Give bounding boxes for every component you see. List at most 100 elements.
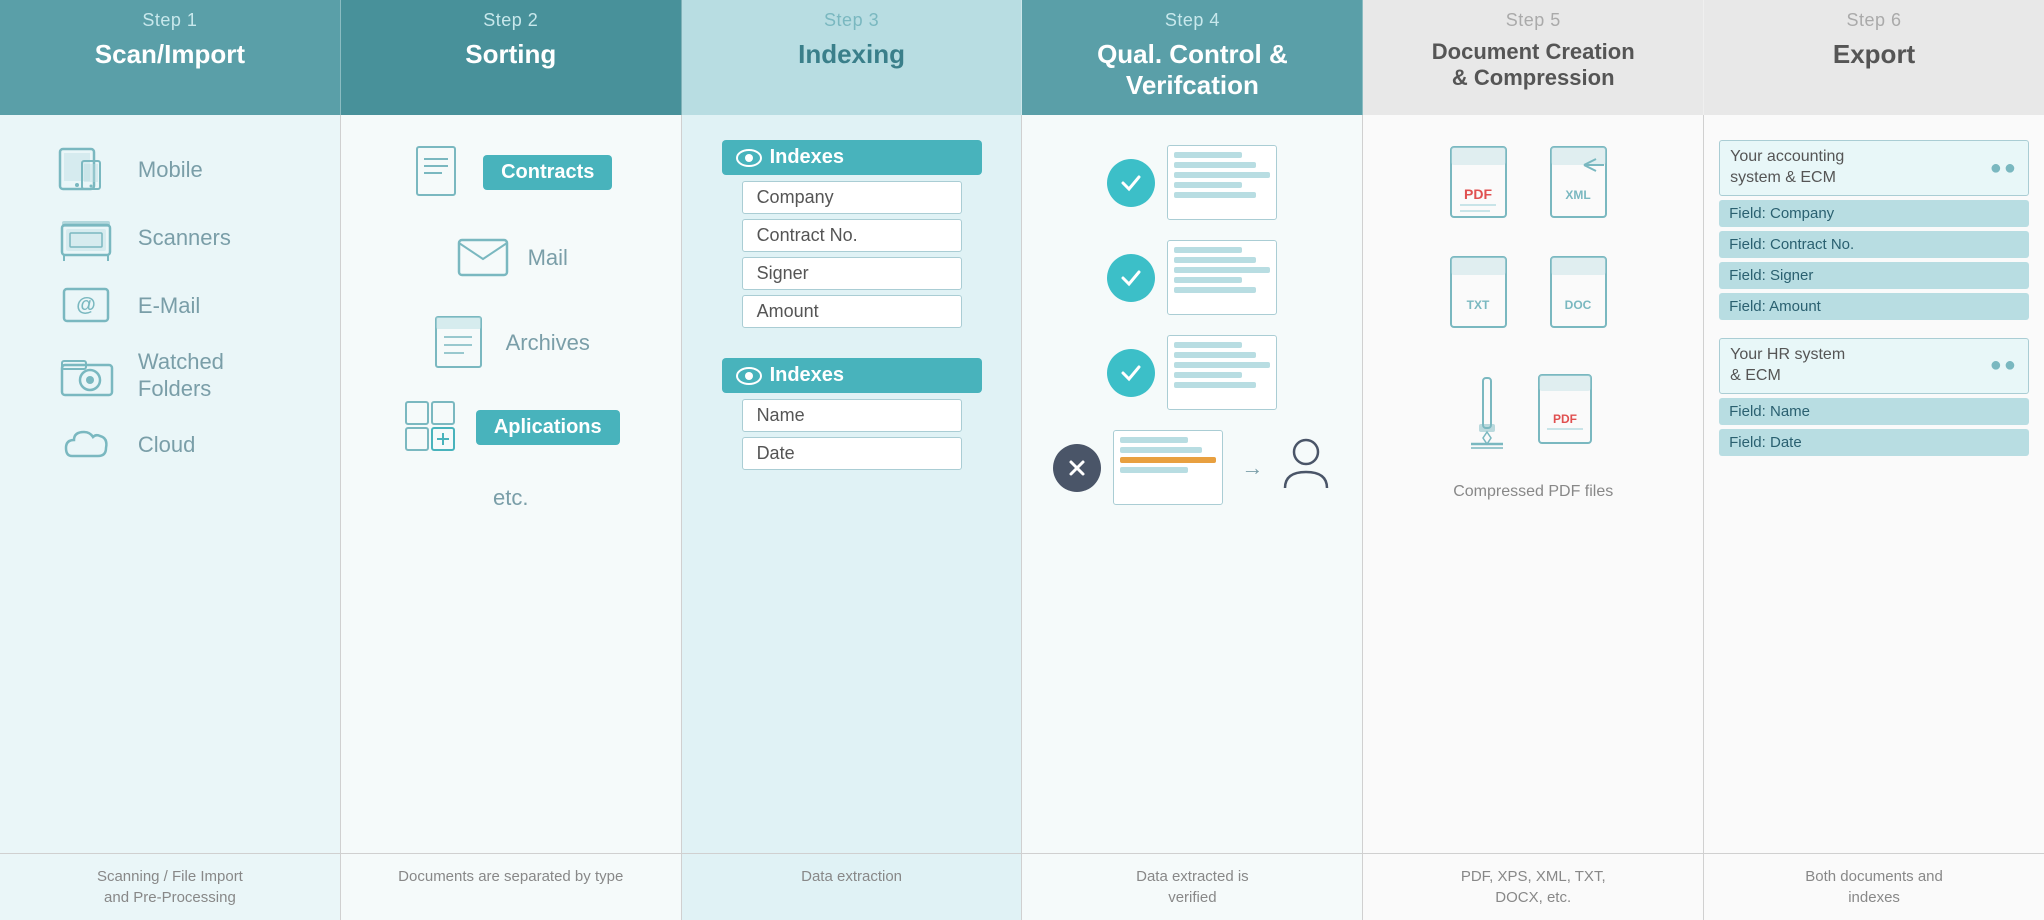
- index-header-1: Indexes: [722, 140, 982, 175]
- body-col-3: Indexes Company Contract No. Signer Amou…: [682, 115, 1023, 853]
- step-2-title: Sorting: [341, 35, 681, 84]
- svg-text:PDF: PDF: [1464, 186, 1492, 202]
- xml-icon: XML: [1543, 145, 1623, 235]
- diagram: Step 1 Scan/Import Step 2 Sorting Step 3…: [0, 0, 2044, 920]
- index-header-2-label: Indexes: [770, 364, 844, 387]
- footer-col-6: Both documents and indexes: [1704, 854, 2044, 920]
- export-group-hr: Your HR system& ECM ●● Field: Name Field…: [1719, 338, 2029, 456]
- step-col-1: Step 1 Scan/Import: [0, 0, 341, 115]
- index-field-company: Company: [742, 181, 962, 214]
- footer-col-4: Data extracted is verified: [1022, 854, 1363, 920]
- mail-icon: [454, 230, 514, 285]
- step-1-title: Scan/Import: [0, 35, 340, 84]
- sort-item-etc: etc.: [493, 485, 528, 511]
- index-fields-1: Company Contract No. Signer Amount: [697, 181, 1007, 328]
- arrow-right: →: [1241, 455, 1263, 481]
- sorting-items: Contracts Mail: [356, 135, 666, 511]
- compress-group: PDF: [1461, 373, 1605, 463]
- doc-line: [1174, 382, 1256, 388]
- import-item-watched: WatchedFolders: [60, 349, 280, 402]
- qc-item-1: [1107, 145, 1277, 220]
- steps-body: Mobile Scanners: [0, 115, 2044, 853]
- svg-text:DOC: DOC: [1564, 298, 1591, 312]
- contracts-icon: [409, 145, 469, 200]
- step-4-number: Step 4: [1022, 0, 1362, 35]
- body-col-6: Your accountingsystem & ECM ●● Field: Co…: [1704, 115, 2044, 853]
- index-field-signer: Signer: [742, 257, 962, 290]
- doc-line: [1174, 267, 1270, 273]
- index-field-date: Date: [742, 437, 962, 470]
- sort-item-archives: Archives: [432, 315, 590, 370]
- step-2-number: Step 2: [341, 0, 681, 35]
- hr-system: Your HR system& ECM ●●: [1719, 338, 2029, 394]
- doc-preview-2: [1167, 240, 1277, 315]
- import-items: Mobile Scanners: [15, 135, 325, 470]
- index-header-1-label: Indexes: [770, 146, 844, 169]
- check-icon-2: [1107, 254, 1155, 302]
- email-icon: @: [60, 281, 120, 331]
- footer-col-3: Data extraction: [682, 854, 1023, 920]
- txt-icon: TXT: [1443, 255, 1523, 345]
- step-6-title: Export: [1704, 35, 2044, 84]
- step-6-number: Step 6: [1704, 0, 2044, 35]
- archives-label: Archives: [506, 330, 590, 356]
- footer-6-text: Both documents and indexes: [1805, 868, 1943, 906]
- watched-folders-label: WatchedFolders: [138, 349, 224, 402]
- step-col-2: Step 2 Sorting: [341, 0, 682, 115]
- mail-label: Mail: [528, 245, 568, 271]
- email-label: E-Mail: [138, 293, 200, 319]
- export-group-accounting: Your accountingsystem & ECM ●● Field: Co…: [1719, 140, 2029, 320]
- index-group-applications: Indexes Name Date: [697, 358, 1007, 470]
- footer-3-text: Data extraction: [801, 868, 902, 885]
- accounting-dots: ●●: [1990, 157, 2018, 180]
- svg-text:PDF: PDF: [1553, 412, 1577, 426]
- check-icon-1: [1107, 159, 1155, 207]
- body-col-1: Mobile Scanners: [0, 115, 341, 853]
- footer-1-text: Scanning / File Import and Pre-Processin…: [97, 868, 243, 906]
- cross-icon: [1053, 444, 1101, 492]
- index-field-amount: Amount: [742, 295, 962, 328]
- contracts-label: Contracts: [483, 155, 612, 190]
- hr-system-label: Your HR system& ECM: [1730, 345, 1845, 387]
- doc-line: [1174, 352, 1256, 358]
- doc-line: [1174, 372, 1241, 378]
- sort-item-contracts: Contracts: [409, 145, 612, 200]
- doc-line: [1174, 342, 1241, 348]
- step-3-title: Indexing: [682, 35, 1022, 84]
- doc-line: [1174, 257, 1256, 263]
- index-group-contracts: Indexes Company Contract No. Signer Amou…: [697, 140, 1007, 328]
- format-icons-middle: TXT DOC: [1443, 255, 1623, 345]
- doc-line-orange: [1120, 457, 1216, 463]
- import-item-mobile: Mobile: [60, 145, 280, 195]
- export-content: Your accountingsystem & ECM ●● Field: Co…: [1719, 135, 2029, 465]
- index-header-2: Indexes: [722, 358, 982, 393]
- step-5-number: Step 5: [1363, 0, 1703, 35]
- footer-col-2: Documents are separated by type: [341, 854, 682, 920]
- import-item-cloud: Cloud: [60, 420, 280, 470]
- doc-line: [1174, 277, 1241, 283]
- footer-4-text: Data extracted is verified: [1136, 868, 1249, 906]
- export-field-name: Field: Name: [1719, 398, 2029, 425]
- step-col-3: Step 3 Indexing: [682, 0, 1023, 115]
- qc-items: →: [1037, 135, 1347, 505]
- svg-text:XML: XML: [1565, 188, 1590, 202]
- compress-icon: [1461, 376, 1521, 461]
- footer-5-text: PDF, XPS, XML, TXT, DOCX, etc.: [1461, 868, 1606, 906]
- qc-item-rejected: →: [1053, 430, 1331, 505]
- step-col-5: Step 5 Document Creation & Compression: [1363, 0, 1704, 115]
- steps-footer: Scanning / File Import and Pre-Processin…: [0, 853, 2044, 920]
- scanner-icon: [60, 213, 120, 263]
- body-col-2: Contracts Mail: [341, 115, 682, 853]
- doc-line: [1120, 447, 1202, 453]
- accounting-system: Your accountingsystem & ECM ●●: [1719, 140, 2029, 196]
- doc-preview-rejected: [1113, 430, 1223, 505]
- doc-line: [1174, 192, 1256, 198]
- scanners-label: Scanners: [138, 225, 231, 251]
- step-1-number: Step 1: [0, 0, 340, 35]
- step-4-title: Qual. Control & Verifcation: [1022, 35, 1362, 115]
- format-icons-top: PDF XML: [1443, 145, 1623, 235]
- export-field-date: Field: Date: [1719, 429, 2029, 456]
- cloud-icon: [60, 420, 120, 470]
- footer-col-1: Scanning / File Import and Pre-Processin…: [0, 854, 341, 920]
- doc-line: [1120, 437, 1187, 443]
